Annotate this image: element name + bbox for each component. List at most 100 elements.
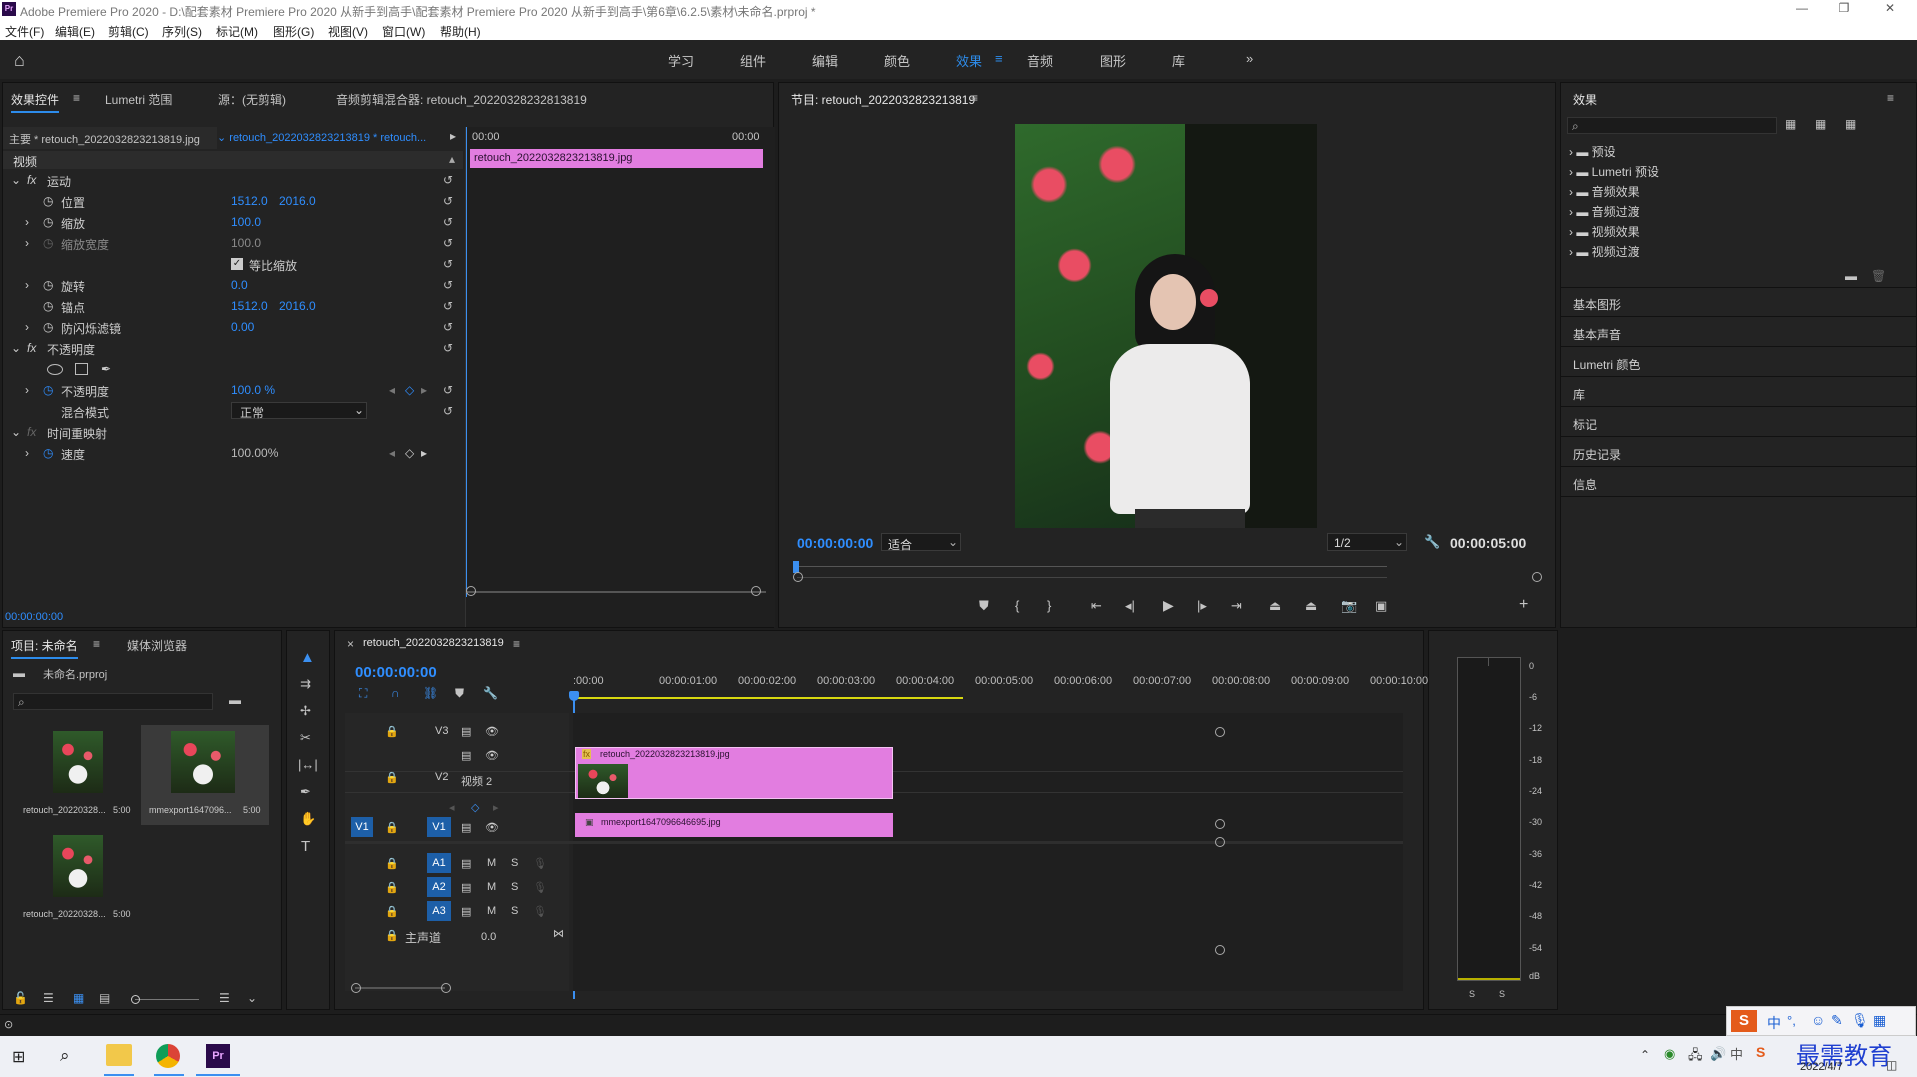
chevron-right-icon[interactable]: › [25,215,29,229]
ec-row-uniform[interactable]: ✓ 等比缩放 ↺ [3,254,458,274]
ec-zoom-handle-left[interactable] [466,586,476,596]
restore-icon[interactable]: ❐ [1829,1,1859,19]
more-workspaces-icon[interactable]: » [1246,51,1253,66]
panel-lumetri-color[interactable]: Lumetri 颜色 [1573,356,1640,373]
play-icon[interactable]: ▶ [1163,597,1174,614]
sequence-clip-dropdown[interactable]: ⌄ retouch_2022032823213819 * retouch... [217,131,426,144]
step-back-icon[interactable]: ◂| [1125,598,1135,614]
emoji-icon[interactable]: ☺ [1811,1012,1825,1028]
stopwatch-icon[interactable]: ◷ [43,278,53,292]
search-icon[interactable]: ⌕ [60,1046,70,1066]
program-video-frame[interactable] [1015,124,1317,528]
sync-lock-icon[interactable]: ▤ [461,905,471,918]
playhead-handle[interactable] [569,691,579,701]
track-lock-icon[interactable]: 🔒 [385,929,399,942]
zoom-slider-handle[interactable] [131,995,140,1004]
ec-row-time-remap[interactable]: ⌄ fx 时间重映射 [3,422,458,442]
master-clip-label[interactable]: 主要 * retouch_2022032823213819.jpg [9,131,200,147]
panel-menu-icon[interactable]: ≡ [513,637,520,651]
tab-effect-controls[interactable]: 效果控件 [11,91,60,113]
reset-icon[interactable]: ↺ [443,383,453,397]
sogou-tray-icon[interactable]: S [1756,1044,1765,1060]
chevron-right-icon[interactable]: › [25,320,29,334]
panel-libraries[interactable]: 库 [1573,386,1585,403]
track-lock-icon[interactable]: 🔒 [385,905,399,918]
chevron-right-icon[interactable]: › [25,278,29,292]
speed-value[interactable]: 100.00% [231,446,278,460]
video-scroll-handle[interactable] [1215,727,1225,737]
razor-tool-icon[interactable]: ✂ [300,730,311,746]
export-frame-icon[interactable]: 📷 [1341,598,1357,614]
workspace-graphics[interactable]: 图形 [1100,51,1126,70]
master-volume-value[interactable]: 0.0 [481,931,496,943]
grid-icon[interactable]: ▦ [1873,1012,1886,1029]
ec-row-blend[interactable]: 混合模式 正常 ⌄ ↺ [3,401,458,421]
tab-project[interactable]: 项目: 未命名 [11,637,78,659]
panel-essential-sound[interactable]: 基本声音 [1573,326,1621,343]
chevron-right-icon[interactable]: › [25,236,29,250]
ec-clip-bar[interactable]: retouch_2022032823213819.jpg [470,149,763,168]
fx-icon[interactable]: fx [27,341,36,355]
chevron-down-icon[interactable]: ⌄ [247,991,257,1005]
effects-title[interactable]: 效果 [1573,91,1597,108]
slip-tool-icon[interactable]: |↔| [298,757,318,772]
anchor-x-value[interactable]: 1512.0 [231,299,268,313]
microphone-icon[interactable]: 🎙 [533,857,547,870]
effects-folder-video-effects[interactable]: › ▬ 视频效果 [1569,223,1640,240]
ripple-edit-tool-icon[interactable]: ✢ [300,703,311,719]
program-ruler[interactable] [797,566,1387,567]
tab-audio-clip-mixer[interactable]: 音频剪辑混合器: retouch_20220328232813819 [336,91,587,108]
clip-v2-retouch[interactable]: fx retouch_2022032823213819.jpg [575,747,893,799]
type-tool-icon[interactable]: T [301,838,310,855]
menu-help[interactable]: 帮助(H) [440,23,481,40]
windows-start-icon[interactable]: ⊞ [12,1047,25,1067]
track-lock-icon[interactable]: 🔒 [385,771,399,784]
extract-icon[interactable]: ⏏ [1305,598,1317,614]
accelerated-effects-icon[interactable]: ▦ [1785,117,1796,131]
track-label-v1[interactable]: V1 [427,817,451,837]
stopwatch-icon[interactable]: ◷ [43,383,53,397]
add-keyframe-icon[interactable]: ◇ [471,801,479,814]
meter-solo-right-button[interactable]: S [1499,989,1505,999]
go-to-in-icon[interactable]: ⇤ [1091,598,1102,614]
menu-clip[interactable]: 剪辑(C) [108,23,149,40]
menu-file[interactable]: 文件(F) [5,23,44,40]
timeline-timecode[interactable]: 00:00:00:00 [355,664,437,681]
prev-keyframe-icon[interactable]: ◂ [389,446,395,460]
hand-tool-icon[interactable]: ✋ [300,811,316,827]
workspace-editing[interactable]: 编辑 [812,51,838,70]
ime-punct[interactable]: °, [1787,1013,1796,1028]
sync-lock-icon[interactable]: ▤ [461,821,471,834]
add-marker-icon[interactable]: ⛊ [979,598,989,614]
resolution-select[interactable]: 1/2 ⌄ [1327,533,1407,551]
project-item-selected[interactable]: mmexport1647096... 5:00 [141,725,269,825]
next-keyframe-icon[interactable]: ▸ [421,383,427,397]
video-scroll-handle[interactable] [1215,819,1225,829]
add-keyframe-icon[interactable]: ◇ [405,446,414,460]
zoom-slider[interactable] [135,999,199,1000]
linked-selection-icon[interactable]: ⛓ [423,686,438,700]
track-lock-icon[interactable]: 🔒 [385,881,399,894]
solo-button[interactable]: S [511,857,518,869]
reset-icon[interactable]: ↺ [443,236,453,250]
reset-icon[interactable]: ↺ [443,299,453,313]
step-forward-icon[interactable]: |▸ [1197,598,1207,614]
track-label-a2[interactable]: A2 [427,877,451,897]
effects-folder-audio-effects[interactable]: › ▬ 音频效果 [1569,183,1640,200]
panel-info[interactable]: 信息 [1573,476,1597,493]
volume-icon[interactable]: 🔊 [1710,1046,1726,1062]
workspace-menu-icon[interactable]: ≡ [995,51,1003,66]
lock-icon[interactable]: 🔓 [13,991,28,1005]
selection-tool-icon[interactable]: ▲ [300,649,315,666]
tab-menu-icon[interactable]: ≡ [93,637,100,651]
next-keyframe-icon[interactable]: ▸ [493,801,499,814]
chevron-down-icon[interactable]: ⌄ [11,425,21,439]
reset-icon[interactable]: ↺ [443,215,453,229]
file-explorer-icon[interactable] [106,1044,132,1066]
effects-folder-audio-transitions[interactable]: › ▬ 音频过渡 [1569,203,1640,220]
tab-menu-icon[interactable]: ≡ [73,91,80,105]
ec-row-flicker[interactable]: › ◷ 防闪烁滤镜 0.00 ↺ [3,317,458,337]
pen-mask-icon[interactable]: ✒ [101,362,111,376]
effects-folder-presets[interactable]: › ▬ 预设 [1569,143,1616,160]
chevron-up-icon[interactable]: ⌃ [1640,1048,1650,1062]
